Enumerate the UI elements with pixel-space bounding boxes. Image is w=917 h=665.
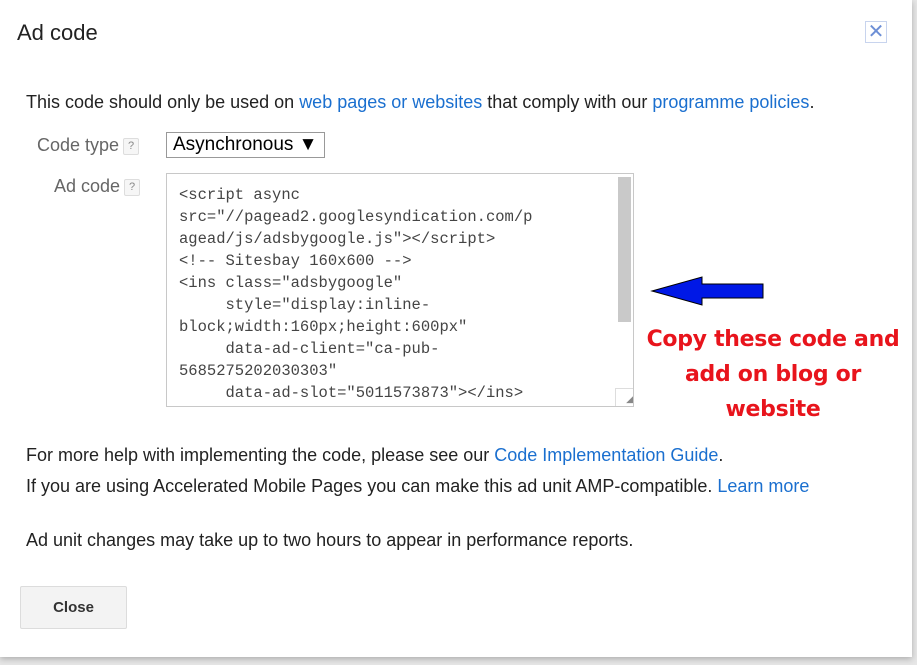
help-icon[interactable]: ? [123, 138, 140, 155]
left-arrow-icon [650, 276, 764, 306]
intro-suffix: . [809, 92, 815, 112]
code-implementation-guide-link[interactable]: Code Implementation Guide [494, 445, 718, 465]
amp-text: If you are using Accelerated Mobile Page… [26, 476, 809, 497]
amp-text-body: If you are using Accelerated Mobile Page… [26, 476, 718, 496]
annotation-line-2: add on blog or website [684, 362, 861, 422]
ad-code-dialog: Ad code ✕ This code should only be used … [0, 0, 912, 657]
ad-code-label-text: Ad code [54, 176, 121, 196]
dialog-title: Ad code [17, 20, 98, 45]
scrollbar-thumb[interactable] [618, 177, 631, 322]
ad-code-content[interactable]: <script async src="//pagead2.googlesyndi… [179, 184, 532, 404]
learn-more-link[interactable]: Learn more [717, 476, 809, 496]
ad-code-label: Ad code? [54, 176, 141, 197]
close-x-icon[interactable]: ✕ [865, 21, 887, 43]
code-type-label-text: Code type [37, 135, 120, 155]
intro-middle: that comply with our [482, 92, 653, 112]
intro-prefix: This code should only be used on [26, 92, 300, 112]
annotation-line-1: Copy these code and [646, 327, 900, 352]
web-pages-link[interactable]: web pages or websites [299, 92, 482, 112]
help-text: For more help with implementing the code… [26, 445, 723, 466]
intro-text: This code should only be used on web pag… [26, 92, 814, 113]
help-icon[interactable]: ? [124, 179, 141, 196]
note-text: Ad unit changes may take up to two hours… [26, 530, 634, 550]
close-button[interactable]: Close [20, 586, 127, 629]
code-type-label: Code type? [37, 135, 140, 156]
ad-code-textarea[interactable]: <script async src="//pagead2.googlesyndi… [166, 173, 634, 407]
resize-handle-icon[interactable]: ◢ [615, 388, 633, 406]
code-type-select[interactable]: Asynchronous ▼ [166, 132, 325, 158]
annotation-text: Copy these code and add on blog or websi… [640, 322, 906, 427]
help-suffix: . [718, 445, 724, 465]
programme-policies-link[interactable]: programme policies [652, 92, 809, 112]
help-prefix: For more help with implementing the code… [26, 445, 495, 465]
